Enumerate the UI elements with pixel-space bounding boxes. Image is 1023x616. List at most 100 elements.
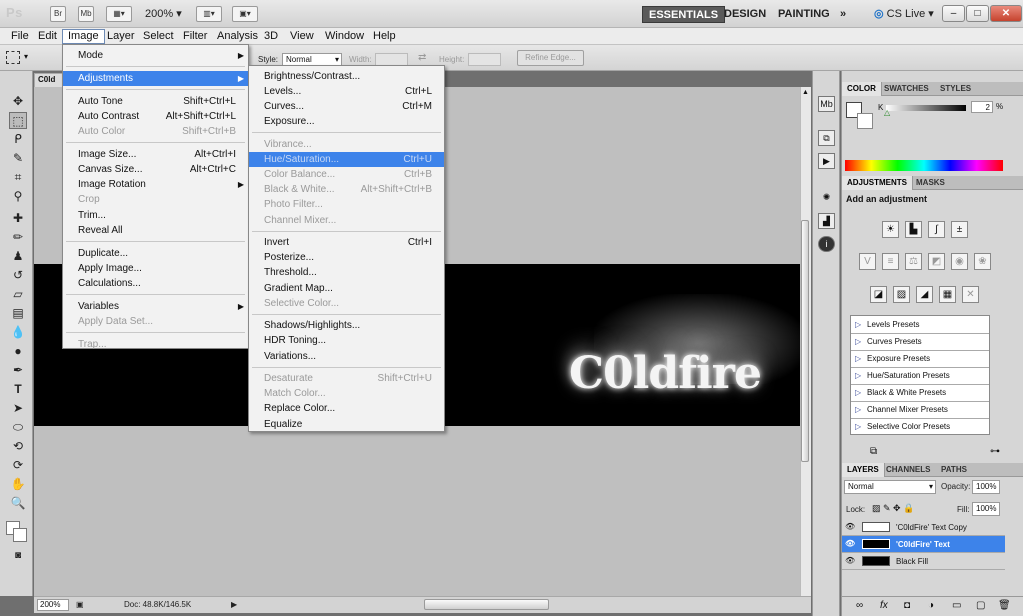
menu-item-equalize[interactable]: Equalize [249, 417, 444, 432]
close-button[interactable]: ✕ [990, 5, 1022, 22]
tab-styles[interactable]: STYLES [935, 82, 976, 96]
menu-item-threshold[interactable]: Threshold... [249, 265, 444, 280]
menu-item-apply-image[interactable]: Apply Image... [63, 261, 248, 276]
workspace-painting[interactable]: PAINTING [772, 6, 836, 23]
brush-tool-icon[interactable]: ✏ [9, 229, 27, 246]
3d-rotate-tool-icon[interactable]: ⟲ [9, 438, 27, 455]
menu-item-trap[interactable]: Trap... [63, 337, 248, 352]
menu-item-channel-mixer[interactable]: Channel Mixer... [249, 213, 444, 228]
menu-item-photo-filter[interactable]: Photo Filter... [249, 197, 444, 212]
list-item[interactable]: ▷ Hue/Saturation Presets [851, 368, 989, 385]
menu-item-reveal-all[interactable]: Reveal All [63, 223, 248, 238]
blur-tool-icon[interactable]: 💧 [9, 324, 27, 341]
levels-icon[interactable]: ▙ [905, 221, 922, 238]
marquee-preset-icon[interactable] [6, 51, 20, 64]
menu-item-gradient-map[interactable]: Gradient Map... [249, 281, 444, 296]
exposure-icon[interactable]: ± [951, 221, 968, 238]
menu-analysis[interactable]: Analysis [212, 29, 263, 44]
eye-icon[interactable]: 👁 [845, 522, 855, 532]
zoom-level-dropdown[interactable]: 200% ▾ [145, 7, 182, 20]
list-item[interactable]: ▷ Channel Mixer Presets [851, 402, 989, 419]
quick-mask-icon[interactable]: ◙ [9, 547, 27, 564]
menu-item-apply-data-set[interactable]: Apply Data Set... [63, 314, 248, 329]
menu-item-color-balance[interactable]: Color Balance... Ctrl+B [249, 167, 444, 182]
workspace-essentials[interactable]: ESSENTIALS [642, 6, 726, 23]
menu-item-posterize[interactable]: Posterize... [249, 250, 444, 265]
menu-item-replace-color[interactable]: Replace Color... [249, 401, 444, 416]
selective-color-icon[interactable]: ✕ [962, 286, 979, 303]
menu-view[interactable]: View [285, 29, 319, 44]
horizontal-scroll-thumb[interactable] [424, 599, 549, 610]
eye-icon[interactable]: 👁 [845, 539, 855, 549]
3d-orbit-tool-icon[interactable]: ⟳ [9, 457, 27, 474]
mini-bridge-button[interactable]: Mb [78, 6, 94, 22]
status-menu-arrow-icon[interactable]: ▶ [231, 600, 237, 609]
menu-item-shadows-highlights[interactable]: Shadows/Highlights... [249, 318, 444, 333]
color-balance-icon[interactable]: ⚖ [905, 253, 922, 270]
tab-paths[interactable]: PATHS [936, 463, 972, 477]
k-value-field[interactable]: 2 [971, 101, 993, 113]
maximize-button[interactable]: □ [966, 5, 989, 22]
hue-saturation-icon[interactable]: ≡ [882, 253, 899, 270]
tab-layers[interactable]: LAYERS [841, 463, 885, 477]
menu-item-exposure[interactable]: Exposure... [249, 114, 444, 129]
k-slider-handle-icon[interactable]: △ [884, 108, 890, 117]
tab-channels[interactable]: CHANNELS [881, 463, 935, 477]
panel-options-icon[interactable]: ⊶ [990, 446, 1000, 457]
lock-icons[interactable]: ▨ ✎ ✥ 🔒 [872, 503, 914, 514]
new-adjustment-layer-icon[interactable]: ◑ [928, 600, 934, 611]
swap-dimensions-icon[interactable]: ⇄ [418, 52, 426, 63]
menu-layer[interactable]: Layer [102, 29, 140, 44]
list-item[interactable]: ▷ Selective Color Presets [851, 419, 989, 436]
list-item[interactable]: ▷ Curves Presets [851, 334, 989, 351]
history-panel-icon[interactable]: ⧉ [818, 130, 835, 146]
marquee-tool-icon[interactable]: ⬚ [9, 112, 27, 129]
menu-item-levels[interactable]: Levels... Ctrl+L [249, 84, 444, 99]
menu-item-hue-saturation[interactable]: Hue/Saturation... Ctrl+U [249, 152, 444, 168]
list-item[interactable]: ▷ Exposure Presets [851, 351, 989, 368]
k-slider[interactable] [886, 105, 966, 111]
menu-item-desaturate[interactable]: Desaturate Shift+Ctrl+U [249, 371, 444, 386]
tab-color[interactable]: COLOR [841, 82, 882, 96]
new-group-icon[interactable]: ▭ [952, 600, 961, 611]
bridge-button[interactable]: Br [50, 6, 66, 22]
return-to-list-icon[interactable]: ⧉ [870, 446, 877, 457]
menu-item-black-white[interactable]: Black & White... Alt+Shift+Ctrl+B [249, 182, 444, 197]
menu-filter[interactable]: Filter [178, 29, 212, 44]
type-tool-icon[interactable]: T [9, 381, 27, 398]
eyedropper-tool-icon[interactable]: ⚲ [9, 188, 27, 205]
brightness-contrast-icon[interactable]: ☀ [882, 221, 899, 238]
menu-image[interactable]: Image [62, 29, 105, 44]
menu-help[interactable]: Help [368, 29, 401, 44]
zoom-field[interactable]: 200% [37, 599, 69, 611]
new-layer-icon[interactable]: ▢ [976, 600, 985, 611]
histogram-panel-icon[interactable]: ▟ [818, 213, 835, 229]
menu-item-hdr-toning[interactable]: HDR Toning... [249, 333, 444, 348]
healing-brush-tool-icon[interactable]: ✚ [9, 210, 27, 227]
menu-3d[interactable]: 3D [259, 29, 283, 44]
menu-item-variables[interactable]: Variables ▶ [63, 299, 248, 314]
list-item[interactable]: ▷ Black & White Presets [851, 385, 989, 402]
invert-icon[interactable]: ◪ [870, 286, 887, 303]
actions-panel-icon[interactable]: ▶ [818, 153, 835, 169]
opacity-field[interactable]: 100% [972, 480, 1000, 494]
view-extras-button[interactable]: ▦▾ [106, 6, 132, 22]
crop-tool-icon[interactable]: ⌗ [9, 169, 27, 186]
path-selection-tool-icon[interactable]: ➤ [9, 400, 27, 417]
gradient-map-icon[interactable]: ▦ [939, 286, 956, 303]
layer-row[interactable]: 👁 Black Fill [842, 553, 1005, 570]
tab-adjustments[interactable]: ADJUSTMENTS [841, 176, 914, 190]
list-item[interactable]: ▷ Levels Presets [851, 317, 989, 334]
layer-style-icon[interactable]: fx [880, 600, 888, 611]
menu-item-curves[interactable]: Curves... Ctrl+M [249, 99, 444, 114]
channel-mixer-icon[interactable]: ❀ [974, 253, 991, 270]
menu-item-vibrance[interactable]: Vibrance... [249, 137, 444, 152]
move-tool-icon[interactable]: ✥ [9, 93, 27, 110]
pen-tool-icon[interactable]: ✒ [9, 362, 27, 379]
vertical-scroll-thumb[interactable] [801, 220, 809, 462]
add-mask-icon[interactable]: ◘ [904, 600, 910, 611]
document-tab[interactable]: C0ld [34, 73, 64, 87]
menu-item-image-size[interactable]: Image Size... Alt+Ctrl+I [63, 147, 248, 162]
dodge-tool-icon[interactable]: ● [9, 343, 27, 360]
vibrance-icon[interactable]: V [859, 253, 876, 270]
